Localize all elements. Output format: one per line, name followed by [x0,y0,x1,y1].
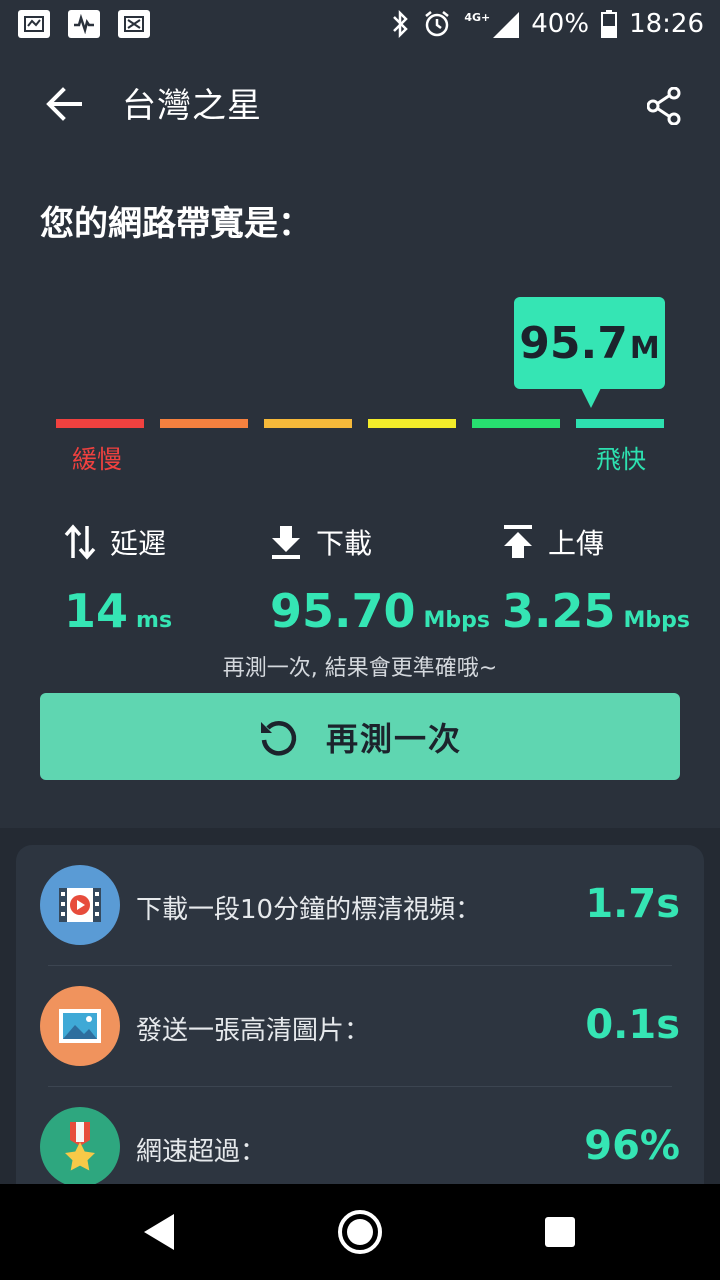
clock: 18:26 [629,9,704,39]
activity-monitor-icon [68,10,100,38]
share-icon [647,87,681,125]
speed-bubble-pointer [581,388,601,408]
latency-value: 14 [64,584,129,638]
download-metric: 下載 95.70 Mbps [270,522,490,638]
notification-app-icon [18,10,50,38]
gauge-segment [264,419,352,428]
battery-percent: 40% [531,9,590,39]
result-row: 下載一段10分鐘的標清視頻： 1.7s [16,845,704,965]
gauge-segment [576,419,664,428]
page-title: 台灣之星 [122,86,262,126]
result-row: 發送一張高清圖片： 0.1s [16,966,704,1086]
bandwidth-heading: 您的網路帶寬是： [40,204,312,244]
gauge-slow-label: 緩慢 [72,445,123,474]
circle-home-icon [338,1210,382,1254]
refresh-icon [260,720,297,756]
triangle-back-icon [144,1214,174,1250]
result-label: 下載一段10分鐘的標清視頻： [136,895,482,925]
result-icon-bg [40,986,120,1066]
network-type: 4G+ [464,10,491,24]
upload-icon [504,525,532,558]
upload-unit: Mbps [623,608,690,633]
gauge-segment [56,419,144,428]
result-icon-bg [40,865,120,945]
result-value: 96% [584,1123,680,1169]
speed-bubble: 95.7 M [514,297,665,389]
alarm-icon [422,9,452,39]
bluetooth-icon [390,9,410,39]
result-label: 網速超過： [136,1137,267,1167]
status-bar: 4G+ 40% 18:26 [0,0,720,48]
latency-unit: ms [136,608,173,633]
medal-icon [65,1122,95,1171]
result-label: 發送一張高清圖片： [136,1016,371,1046]
nav-home-button[interactable] [336,1208,384,1256]
gauge-segment [160,419,248,428]
back-button[interactable] [40,84,88,124]
result-value: 1.7s [585,881,680,927]
download-label: 下載 [316,527,373,560]
battery-icon [601,10,618,38]
speed-value: 95.7 [519,317,628,369]
upload-value: 3.25 [502,584,616,638]
share-button[interactable] [640,82,688,130]
retest-button-label: 再測一次 [325,719,462,758]
arrow-left-icon [46,87,82,121]
video-icon [59,888,101,922]
nav-back-button[interactable] [136,1208,184,1256]
download-value: 95.70 [270,584,416,638]
signal-icon: 4G+ [464,10,520,38]
latency-arrows-icon [64,524,96,560]
upload-metric: 上傳 3.25 Mbps [502,522,690,638]
navigation-bar [0,1184,720,1280]
gauge-segment [472,419,560,428]
nav-recents-button[interactable] [536,1208,584,1256]
square-recents-icon [545,1217,575,1247]
latency-metric: 延遲 14 ms [64,522,172,638]
gauge-fast-label: 飛快 [596,445,647,474]
result-value: 0.1s [585,1002,680,1048]
result-icon-bg [40,1107,120,1187]
download-icon [272,526,300,559]
gauge-segment [368,419,456,428]
retest-button[interactable]: 再測一次 [40,693,680,780]
download-unit: Mbps [423,608,490,633]
notification-app-icon [118,10,150,38]
app-bar: 台灣之星 [0,48,720,160]
retest-hint: 再測一次, 結果會更準確哦~ [222,656,498,681]
image-icon [59,1009,101,1043]
speed-unit: M [629,330,660,366]
latency-label: 延遲 [110,527,167,560]
upload-label: 上傳 [548,527,605,560]
